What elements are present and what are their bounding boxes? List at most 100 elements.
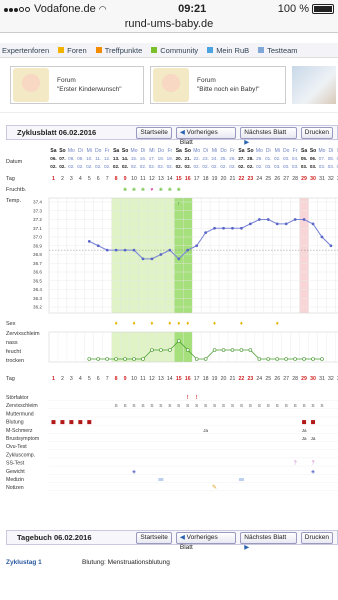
diary-start-button[interactable]: Startseite xyxy=(136,531,172,544)
mucus-point xyxy=(293,357,297,361)
date-label: 28. xyxy=(247,156,253,161)
banner-bitte-noch-ein-baby[interactable]: Forum "Bitte noch ein Baby!" xyxy=(150,66,286,104)
zervix-mark: S xyxy=(267,403,270,409)
month-label: 02. xyxy=(193,164,199,169)
month-label: 03. xyxy=(292,164,298,169)
day-number: 9 xyxy=(124,176,127,182)
zervix-mark: S xyxy=(240,403,243,409)
print-button[interactable]: Drucken xyxy=(300,126,333,139)
medizin-mark xyxy=(238,478,244,481)
zervix-mark: S xyxy=(285,403,288,409)
lower-row-label: Notizen xyxy=(6,485,24,491)
url-bar[interactable]: rund-ums-baby.de xyxy=(0,18,338,33)
day-number: 19 xyxy=(212,176,218,182)
diary-next-button[interactable]: Nächstes Blatt ▶ xyxy=(240,531,297,551)
y-tick-label: 36.5 xyxy=(33,278,42,283)
day-number: 11 xyxy=(140,176,145,182)
day-number: 10 xyxy=(131,176,137,182)
month-label: 02. xyxy=(247,164,253,169)
row-label-trocken: trocken xyxy=(6,358,24,364)
y-tick-label: 37.0 xyxy=(33,235,42,240)
mucus-point xyxy=(203,357,208,361)
diary-cycle-day[interactable]: Zyklustag 1 xyxy=(6,559,82,566)
day-number-bottom: 23 xyxy=(247,376,253,382)
mschmerz-mark: Ja xyxy=(203,428,208,433)
bleeding-mark xyxy=(78,420,83,425)
gewicht-mark-icon: ◈ xyxy=(132,469,136,475)
month-label: 02. xyxy=(211,164,217,169)
nav-item[interactable]: Treffpunkte xyxy=(95,46,142,55)
y-tick-label: 36.8 xyxy=(33,252,42,257)
temp-point xyxy=(311,222,315,226)
lower-row-label: Zervixschleim xyxy=(6,403,38,409)
bleeding-mark xyxy=(51,420,56,425)
zervix-mark: S xyxy=(302,403,305,409)
banner-illustration-icon xyxy=(153,68,189,102)
day-number-bottom: 15 xyxy=(176,376,182,382)
mucus-point xyxy=(257,357,262,361)
temp-point xyxy=(159,253,163,256)
temp-point xyxy=(114,248,118,252)
temp-point xyxy=(132,248,136,252)
day-number-bottom: 21 xyxy=(230,376,236,382)
month-label: 02. xyxy=(185,164,191,169)
weekday-label: Do xyxy=(95,148,102,154)
bleeding-mark xyxy=(302,420,307,425)
temp-point xyxy=(150,257,154,261)
zervix-mark: S xyxy=(186,403,189,409)
nav-item[interactable]: Mein RuB xyxy=(207,46,249,55)
start-button[interactable]: Startseite xyxy=(136,126,172,139)
month-label: 03. xyxy=(283,164,289,169)
day-number: 12 xyxy=(149,176,155,182)
nav-item[interactable]: Expertenforen xyxy=(2,46,49,55)
date-label: 04. xyxy=(292,156,298,161)
month-label: 03. xyxy=(328,164,334,169)
day-number: 31 xyxy=(319,176,325,182)
zervix-mark: S xyxy=(177,403,180,409)
lower-row-label: M-Schmerz xyxy=(6,428,33,434)
temp-point xyxy=(257,218,261,221)
date-label: 12. xyxy=(104,156,110,161)
day-number-bottom: 20 xyxy=(221,376,227,382)
mucus-point xyxy=(320,357,324,361)
zervix-mark: S xyxy=(159,403,162,409)
banner-erster-kinderwunsch[interactable]: Forum "Erster Kinderwunsch" xyxy=(10,66,144,104)
nav-label: Community xyxy=(160,45,199,55)
nav-label: Foren xyxy=(67,45,87,55)
day-number: 30 xyxy=(310,176,316,182)
nav-square-icon xyxy=(95,47,102,53)
diary-prev-button[interactable]: ◀ Vorheriges Blatt xyxy=(175,531,237,551)
zervix-mark: S xyxy=(311,403,314,409)
day-number-bottom: 22 xyxy=(239,376,245,382)
mucus-point xyxy=(194,357,199,361)
y-tick-label: 36.4 xyxy=(33,287,42,292)
date-label: 07. xyxy=(59,156,65,161)
nav-item[interactable]: Community xyxy=(151,46,198,55)
next-sheet-button[interactable]: Nächstes Blatt ▶ xyxy=(240,126,297,146)
row-label-nass: nass xyxy=(6,340,18,346)
temp-point xyxy=(105,248,109,252)
mucus-point xyxy=(221,348,226,352)
lower-row-label: Zykluscomp. xyxy=(6,452,35,458)
temp-point xyxy=(329,244,333,248)
month-label: 02. xyxy=(140,164,146,169)
day-number-bottom: 30 xyxy=(310,376,316,382)
prev-sheet-button[interactable]: ◀ Vorheriges Blatt xyxy=(175,126,237,146)
weekday-label: Fr xyxy=(105,148,110,154)
temp-point xyxy=(284,222,288,226)
day-number-bottom: 28 xyxy=(292,376,298,382)
date-label: 08. xyxy=(328,156,334,161)
notiz-pencil-icon: ✎ xyxy=(212,484,217,491)
banner-photo[interactable] xyxy=(292,66,336,104)
nav-item[interactable]: Testteam xyxy=(258,46,298,55)
weekday-label: Sa xyxy=(113,148,119,154)
weekday-label: Do xyxy=(283,148,290,154)
sstest-mark-icon: ? xyxy=(312,461,315,467)
weekday-label: Di xyxy=(266,148,271,154)
nav-item[interactable]: Foren xyxy=(58,46,87,55)
month-label: 02. xyxy=(59,164,65,169)
date-label: 11. xyxy=(95,156,101,161)
temp-point xyxy=(168,248,172,252)
diary-print-button[interactable]: Drucken xyxy=(300,531,333,544)
clock: 09:21 xyxy=(178,3,207,15)
